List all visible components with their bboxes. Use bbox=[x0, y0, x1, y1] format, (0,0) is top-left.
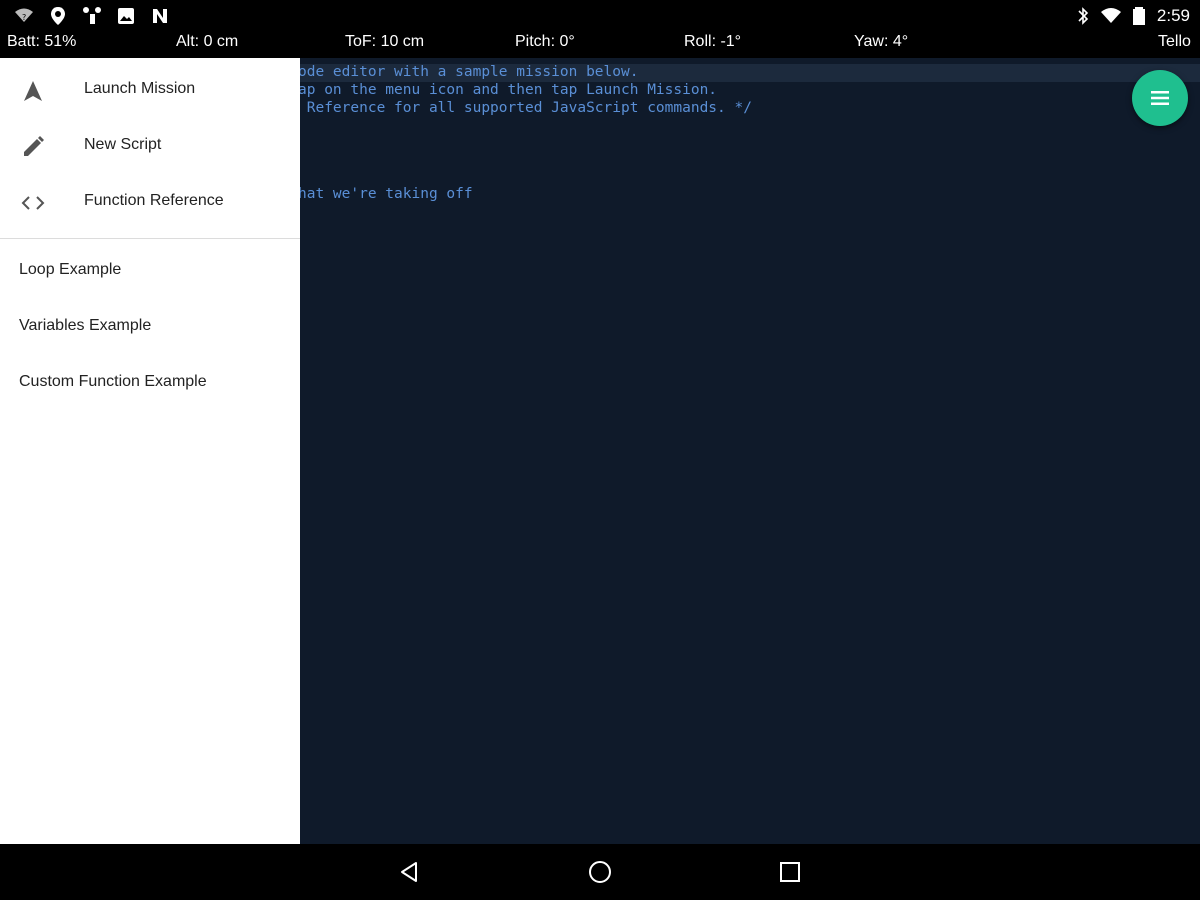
battery-icon bbox=[1132, 7, 1145, 25]
back-icon bbox=[401, 862, 417, 882]
roll-readout: Roll: -1° bbox=[684, 33, 742, 50]
bluetooth-icon bbox=[1078, 7, 1089, 25]
pencil-icon bbox=[24, 136, 44, 156]
status-time: 2:59 bbox=[1156, 6, 1190, 25]
navigation-arrow-icon bbox=[24, 81, 42, 101]
location-icon bbox=[51, 7, 65, 25]
example-item-loop[interactable]: Loop Example bbox=[0, 247, 300, 297]
drawer-divider bbox=[0, 238, 300, 239]
status-bar: ? 2:59 bbox=[0, 0, 1200, 32]
menu-item-launch-mission[interactable]: Launch Mission bbox=[0, 64, 300, 120]
menu-item-label: Function Reference bbox=[84, 192, 224, 209]
drone-name: Tello bbox=[1158, 33, 1191, 50]
image-icon bbox=[118, 8, 134, 24]
code-line: ap on the menu icon and then tap Launch … bbox=[298, 82, 718, 98]
example-item-variables[interactable]: Variables Example bbox=[0, 303, 300, 353]
pitch-readout: Pitch: 0° bbox=[515, 33, 575, 50]
n-icon bbox=[153, 9, 167, 23]
home-button[interactable] bbox=[586, 858, 614, 886]
status-right-icons: 2:59 bbox=[1073, 6, 1190, 26]
code-line: hat we're taking off bbox=[298, 186, 473, 202]
example-label: Loop Example bbox=[19, 261, 122, 278]
menu-fab-button[interactable] bbox=[1132, 70, 1188, 126]
back-button[interactable] bbox=[396, 858, 424, 886]
code-line: Reference for all supported JavaScript c… bbox=[298, 100, 752, 116]
code-line: ode editor with a sample mission below. bbox=[298, 64, 639, 80]
telemetry-bar: Batt: 51% Alt: 0 cm ToF: 10 cm Pitch: 0°… bbox=[0, 32, 1200, 58]
menu-item-function-reference[interactable]: Function Reference bbox=[0, 176, 300, 232]
yaw-readout: Yaw: 4° bbox=[854, 33, 909, 50]
menu-item-label: Launch Mission bbox=[84, 80, 196, 97]
code-brackets-icon bbox=[21, 196, 45, 210]
recents-icon bbox=[780, 862, 800, 882]
svg-text:?: ? bbox=[22, 13, 26, 22]
example-item-custom-function[interactable]: Custom Function Example bbox=[0, 359, 300, 409]
altitude-readout: Alt: 0 cm bbox=[176, 33, 239, 50]
example-label: Variables Example bbox=[19, 317, 152, 334]
recents-button[interactable] bbox=[776, 858, 804, 886]
home-icon bbox=[589, 861, 611, 883]
tof-readout: ToF: 10 cm bbox=[345, 33, 425, 50]
wifi-signal-icon: ? bbox=[15, 8, 33, 22]
hamburger-menu-icon bbox=[1151, 91, 1169, 105]
status-left-icons: ? bbox=[14, 6, 170, 26]
menu-item-label: New Script bbox=[84, 136, 162, 153]
network-icon bbox=[83, 7, 101, 24]
system-nav-bar bbox=[0, 844, 1200, 900]
wifi-icon bbox=[1100, 8, 1121, 23]
menu-item-new-script[interactable]: New Script bbox=[0, 120, 300, 176]
example-label: Custom Function Example bbox=[19, 373, 207, 390]
navigation-drawer: Launch Mission New Script Function Refer… bbox=[0, 58, 300, 844]
battery-readout: Batt: 51% bbox=[7, 33, 77, 50]
